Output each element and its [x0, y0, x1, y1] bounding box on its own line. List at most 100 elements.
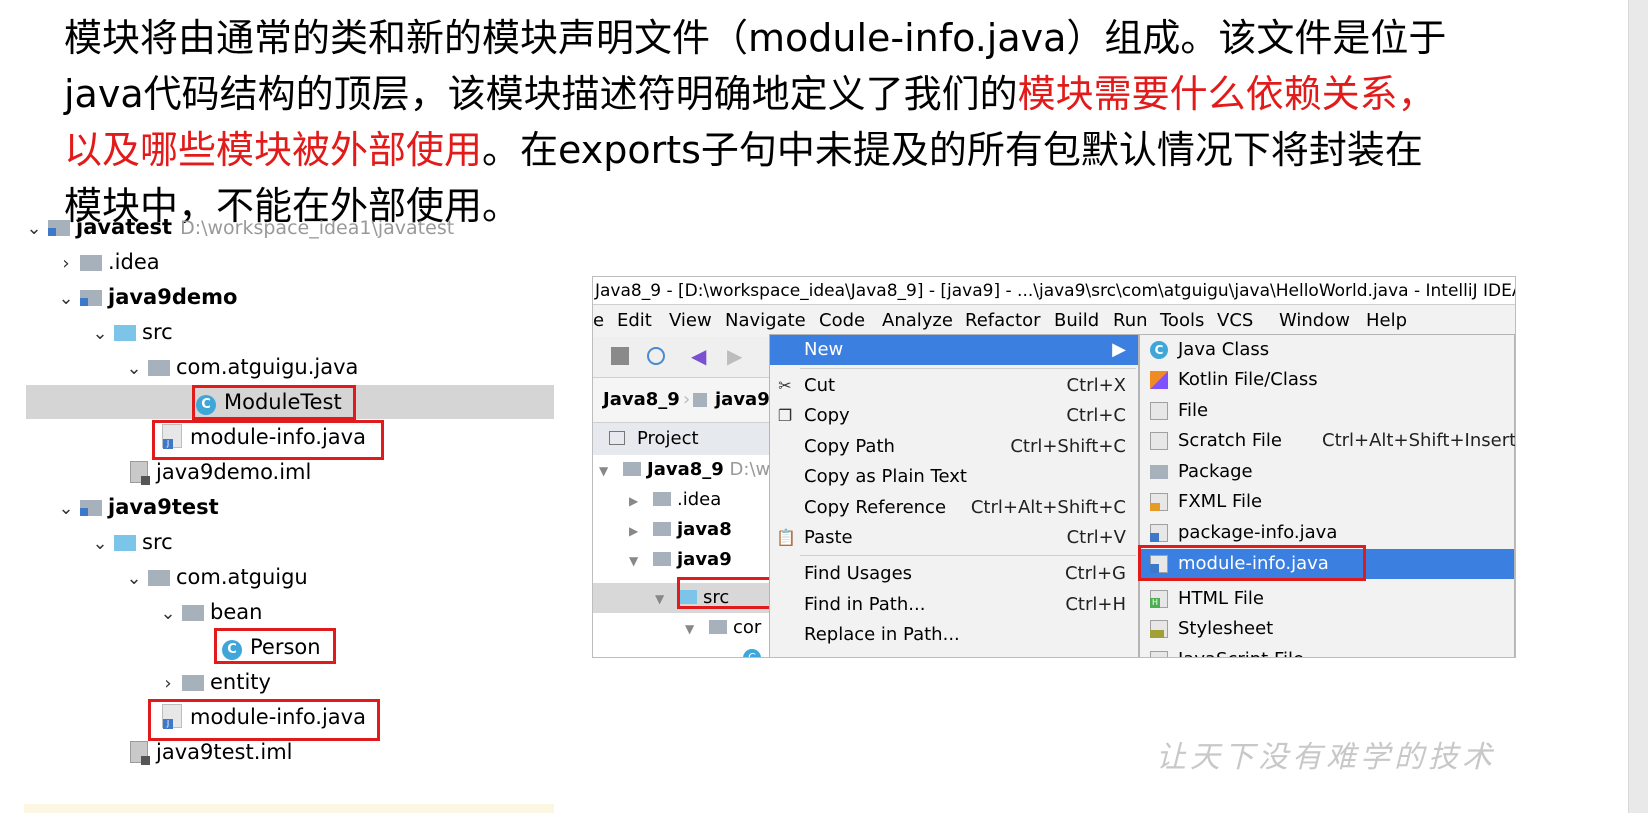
- menu-item-copy-path[interactable]: Copy Path Ctrl+Shift+C: [770, 432, 1138, 462]
- menu-separator: [800, 368, 1136, 369]
- menu-window[interactable]: Window: [1279, 306, 1350, 336]
- annotation-box: [192, 385, 356, 420]
- tree-item-idea[interactable]: ▶ .idea: [629, 485, 721, 515]
- submenu-item-java-class[interactable]: C Java Class: [1140, 335, 1514, 365]
- tree-item-java9demo[interactable]: ⌄ java9demo: [56, 280, 237, 314]
- submenu-arrow-icon: ▶: [1112, 339, 1126, 360]
- tree-item-idea[interactable]: › .idea: [56, 245, 159, 281]
- triangle-down-icon[interactable]: ▼: [599, 456, 613, 486]
- menu-build[interactable]: Build: [1054, 306, 1099, 336]
- submenu-item-file[interactable]: File: [1140, 396, 1514, 426]
- folder-icon: [653, 492, 671, 506]
- tree-item-bean[interactable]: ⌄ bean: [158, 595, 262, 629]
- menu-navigate[interactable]: Navigate: [725, 306, 806, 336]
- menu-file[interactable]: e: [593, 306, 604, 336]
- annotation-box: [1138, 545, 1366, 581]
- paste-icon: 📋: [776, 528, 796, 547]
- save-icon[interactable]: [611, 347, 629, 365]
- submenu-item-stylesheet[interactable]: Stylesheet: [1140, 614, 1514, 644]
- forward-arrow-icon[interactable]: ▶: [727, 346, 745, 366]
- menu-item-copy-reference[interactable]: Copy Reference Ctrl+Alt+Shift+C: [770, 493, 1138, 523]
- chevron-right-icon[interactable]: ›: [158, 667, 178, 701]
- menu-run[interactable]: Run: [1113, 306, 1148, 336]
- menu-refactor[interactable]: Refactor: [965, 306, 1041, 336]
- menu-help[interactable]: Help: [1366, 306, 1407, 336]
- submenu-item-javascript[interactable]: JavaScript File: [1140, 645, 1514, 657]
- package-icon: [182, 675, 204, 691]
- class-icon: C: [1150, 341, 1168, 359]
- triangle-right-icon[interactable]: ▶: [629, 516, 643, 546]
- module-folder-icon: [80, 500, 102, 516]
- fxml-file-icon: [1150, 493, 1168, 511]
- chevron-right-icon: ›: [683, 389, 691, 410]
- menu-code[interactable]: Code: [819, 306, 865, 336]
- tree-item-package[interactable]: ⌄ com.atguigu: [124, 560, 307, 596]
- menu-item-replace-in-path[interactable]: Replace in Path...: [770, 620, 1138, 650]
- submenu-item-html[interactable]: HTML File: [1140, 584, 1514, 614]
- module-folder-icon: [623, 462, 641, 476]
- chevron-down-icon[interactable]: ⌄: [90, 317, 110, 351]
- menu-item-cut[interactable]: ✂ Cut Ctrl+X: [770, 371, 1138, 401]
- slide-paragraph: 模块将由通常的类和新的模块声明文件（module-info.java）组成。该文…: [64, 10, 1564, 234]
- menu-vcs[interactable]: VCS: [1217, 306, 1253, 336]
- menu-item-copy[interactable]: ❐ Copy Ctrl+C: [770, 401, 1138, 431]
- tree-item-package[interactable]: ▼ cor: [685, 613, 761, 643]
- scratch-file-icon: [1150, 432, 1168, 450]
- triangle-down-icon[interactable]: ▼: [685, 614, 699, 644]
- submenu-item-package[interactable]: Package: [1140, 457, 1514, 487]
- css-file-icon: [1150, 620, 1168, 638]
- menu-item-find-usages[interactable]: Find Usages Ctrl+G: [770, 559, 1138, 589]
- package-icon: [1150, 465, 1168, 479]
- sync-icon[interactable]: [647, 347, 665, 365]
- submenu-item-kotlin[interactable]: Kotlin File/Class: [1140, 365, 1514, 395]
- tree-item-package[interactable]: ⌄ com.atguigu.java: [124, 350, 358, 384]
- menu-item-find-in-path[interactable]: Find in Path... Ctrl+H: [770, 590, 1138, 620]
- submenu-item-fxml[interactable]: FXML File: [1140, 487, 1514, 517]
- chevron-down-icon[interactable]: ⌄: [124, 352, 144, 386]
- package-icon: [182, 605, 204, 621]
- tree-item-src[interactable]: ⌄ src: [90, 525, 172, 561]
- menu-tools[interactable]: Tools: [1160, 306, 1204, 336]
- breadcrumb-item[interactable]: java9: [715, 378, 770, 422]
- chevron-down-icon[interactable]: ⌄: [24, 212, 44, 246]
- project-view-tree: ▼ Java8_9 D:\w ▶ .idea ▶ java8 ▼ java9 ▼ src …: [593, 455, 775, 657]
- triangle-down-icon[interactable]: ▼: [629, 546, 643, 576]
- breadcrumb-item[interactable]: Java8_9: [603, 378, 680, 422]
- chevron-down-icon[interactable]: ⌄: [56, 492, 76, 526]
- menu-item-new[interactable]: New ▶: [770, 335, 1138, 365]
- submenu-item-package-info[interactable]: package-info.java: [1140, 518, 1514, 548]
- chevron-down-icon[interactable]: ⌄: [56, 282, 76, 316]
- module-folder-icon: [653, 552, 671, 566]
- chevron-down-icon[interactable]: ⌄: [124, 562, 144, 596]
- package-icon: [148, 360, 170, 376]
- tree-item-javatest[interactable]: ⌄ javatest D:\workspace_idea1\javatest: [24, 210, 454, 244]
- module-path: D:\workspace_idea1\javatest: [180, 217, 455, 239]
- context-menu: New ▶ ✂ Cut Ctrl+X ❐ Copy Ctrl+C Copy Path Ctr…: [769, 334, 1139, 657]
- submenu-item-scratch-file[interactable]: Scratch File Ctrl+Alt+Shift+Insert: [1140, 426, 1515, 456]
- kotlin-icon: [1150, 371, 1168, 389]
- tree-item-java8[interactable]: ▶ java8: [629, 515, 732, 545]
- tree-item-iml[interactable]: java9demo.iml: [130, 455, 311, 489]
- back-arrow-icon[interactable]: ◀: [691, 346, 709, 366]
- triangle-down-icon[interactable]: ▼: [655, 584, 669, 614]
- chevron-down-icon[interactable]: ⌄: [90, 527, 110, 561]
- menu-item-paste[interactable]: 📋 Paste Ctrl+V: [770, 523, 1138, 553]
- menu-analyze[interactable]: Analyze: [882, 306, 953, 336]
- chevron-right-icon[interactable]: ›: [56, 247, 76, 281]
- new-submenu: C Java Class Kotlin File/Class File Scrat…: [1138, 334, 1515, 657]
- project-tool-tab[interactable]: Project: [593, 423, 773, 456]
- menu-edit[interactable]: Edit: [617, 306, 652, 336]
- tree-item-src[interactable]: ⌄ src: [90, 315, 172, 351]
- menu-item-copy-plain-text[interactable]: Copy as Plain Text: [770, 462, 1138, 492]
- annotation-box: [214, 628, 336, 664]
- tree-item-java8-9[interactable]: ▼ Java8_9 D:\w: [599, 455, 770, 485]
- triangle-right-icon[interactable]: ▶: [629, 486, 643, 516]
- chevron-down-icon[interactable]: ⌄: [158, 597, 178, 631]
- menu-view[interactable]: View: [669, 306, 712, 336]
- tree-item-entity[interactable]: › entity: [158, 665, 271, 699]
- source-folder-icon: [114, 325, 136, 341]
- js-file-icon: [1150, 651, 1168, 657]
- breadcrumb: Java8_9 › java9: [593, 378, 773, 423]
- tree-item-java9[interactable]: ▼ java9: [629, 545, 732, 575]
- tree-item-java9test[interactable]: ⌄ java9test: [56, 490, 218, 526]
